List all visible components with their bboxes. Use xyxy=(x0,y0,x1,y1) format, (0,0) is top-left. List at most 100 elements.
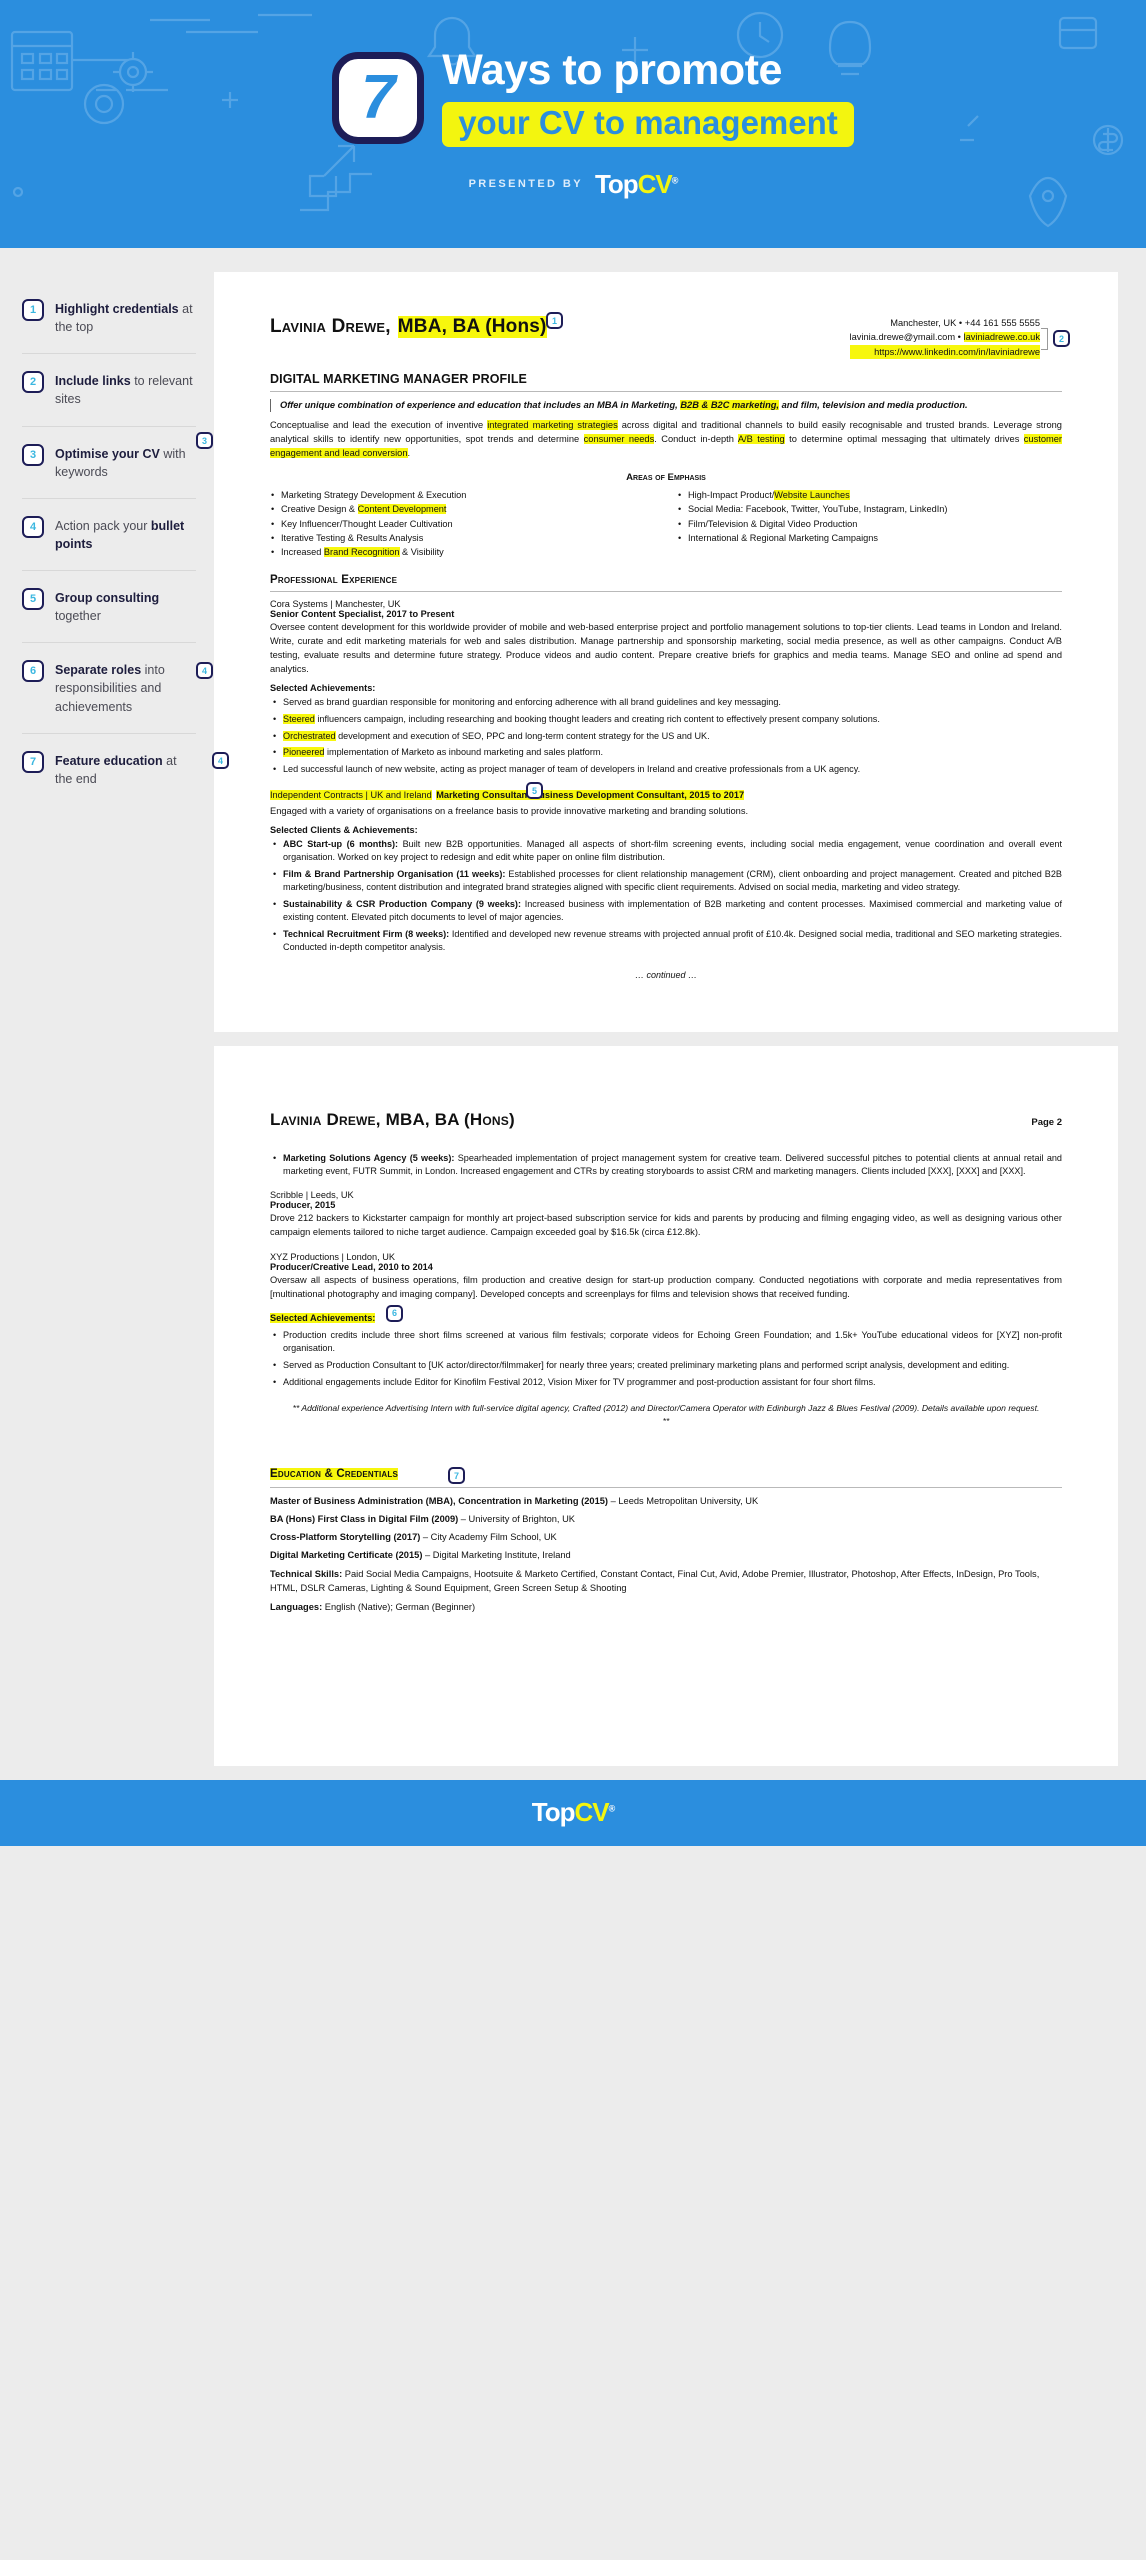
tip-number-6: 6 xyxy=(22,660,44,683)
sidebar-item-1[interactable]: 1 Highlight credentials at the top xyxy=(22,282,196,353)
hero-title-row: 7 Ways to promote your CV to management xyxy=(332,46,854,147)
tip-text-4: Action pack your bullet points xyxy=(55,518,185,551)
languages: Languages: English (Native); German (Beg… xyxy=(270,1602,476,1613)
job-title: Senior Content Specialist, 2017 to Prese… xyxy=(270,609,455,620)
hero-banner: 7 Ways to promote your CV to management … xyxy=(0,0,1146,248)
tip-number-1: 1 xyxy=(22,299,44,321)
job-company: Cora Systems | Manchester, UK xyxy=(270,599,401,610)
technical-skills: Technical Skills: Paid Social Media Camp… xyxy=(270,1569,1040,1594)
job2-title: Marketing Consultant/Business Developmen… xyxy=(436,790,745,801)
callout-marker-1: 1 xyxy=(546,312,563,329)
emphasis-item: Marketing Strategy Development & Executi… xyxy=(270,488,655,503)
topcv-logo: TopCV® xyxy=(594,168,678,199)
divider xyxy=(270,591,1062,593)
education-item: BA (Hons) First Class in Digital Film (2… xyxy=(270,1514,575,1525)
sidebar-item-7[interactable]: 7 Feature education at the end xyxy=(22,732,196,805)
presented-by-row: PRESENTED BY TopCV® xyxy=(468,168,679,200)
hero-title-highlight: your CV to management xyxy=(442,102,854,147)
emphasis-item: International & Regional Marketing Campa… xyxy=(677,531,1062,546)
job4-description: Oversaw all aspects of business operatio… xyxy=(270,1275,1062,1300)
content-area: 1 Highlight credentials at the top 2 Inc… xyxy=(0,248,1146,1780)
emphasis-item: High-Impact Product/Website Launches xyxy=(677,488,1062,503)
areas-of-emphasis-lists: Marketing Strategy Development & Executi… xyxy=(270,488,1062,560)
hero-number-badge: 7 xyxy=(332,51,425,144)
achievement-item: Steered influencers campaign, including … xyxy=(270,713,1062,726)
areas-of-emphasis-heading: Areas of Emphasis xyxy=(626,472,706,484)
job3-title: Producer, 2015 xyxy=(270,1200,336,1211)
emphasis-item: Iterative Testing & Results Analysis xyxy=(270,531,655,546)
tip-number-5: 5 xyxy=(22,588,44,610)
cv-summary-box: Offer unique combination of experience a… xyxy=(270,399,1062,413)
continued-label: … continued … xyxy=(634,969,698,980)
tip-number-2: 2 xyxy=(22,371,44,394)
emphasis-item: Social Media: Facebook, Twitter, YouTube… xyxy=(677,502,1062,517)
sidebar-item-5[interactable]: 5 Group consulting together xyxy=(22,570,196,642)
job4-title: Producer/Creative Lead, 2010 to 2014 xyxy=(270,1262,433,1273)
emphasis-right-column: High-Impact Product/Website Launches Soc… xyxy=(677,488,1062,559)
infographic-page: 7 Ways to promote your CV to management … xyxy=(0,0,1146,1846)
callout-marker-3: 3 xyxy=(196,432,213,449)
callout-marker-6: 6 xyxy=(386,1304,403,1322)
emphasis-item: Creative Design & Content Development xyxy=(270,502,655,517)
cv-website[interactable]: laviniadrewe.co.uk xyxy=(963,332,1040,343)
achievement-item: Production credits include three short f… xyxy=(270,1329,1062,1355)
page2-top-bullet: Marketing Solutions Agency (5 weeks): Sp… xyxy=(270,1152,1062,1178)
additional-experience-note: ** Additional experience Advertising Int… xyxy=(292,1402,1040,1426)
callout-marker-5: 5 xyxy=(526,782,543,800)
job3-description: Drove 212 backers to Kickstarter campaig… xyxy=(270,1213,1062,1238)
cv-contact-email-row: lavinia.drewe@ymail.com • laviniadrewe.c… xyxy=(849,332,1040,343)
job2-achievements: ABC Start-up (6 months): Built new B2B o… xyxy=(270,838,1062,954)
page-number: Page 2 xyxy=(1031,1116,1062,1128)
education-item: Cross-Platform Storytelling (2017) – Cit… xyxy=(270,1532,557,1543)
sidebar-item-3[interactable]: 3 Optimise your CV with keywords xyxy=(22,425,196,498)
cv-summary: Offer unique combination of experience a… xyxy=(280,400,968,411)
cv-intro-paragraph: Conceptualise and lead the execution of … xyxy=(270,420,1063,459)
achievement-item: Film & Brand Partnership Organisation (1… xyxy=(270,868,1062,894)
experience-heading: Professional Experience xyxy=(270,574,398,587)
selected-achievements-label: Selected Achievements: xyxy=(270,683,376,694)
cv-documents: 3 4 Lavinia Drewe, MBA, BA (Hons) 1 Manc… xyxy=(196,272,1146,1780)
emphasis-item: Film/Television & Digital Video Producti… xyxy=(677,517,1062,532)
callout-marker-2: 2 xyxy=(1053,330,1070,347)
hero-number: 7 xyxy=(360,62,396,132)
page2-selected-achievements-label: Selected Achievements: xyxy=(270,1312,376,1323)
sidebar-item-4[interactable]: 4 Action pack your bullet points xyxy=(22,497,196,570)
achievement-item: Led successful launch of new website, ac… xyxy=(270,763,1062,776)
achievement-item: Served as brand guardian responsible for… xyxy=(270,696,1062,709)
footer-topcv-logo: TopCV® xyxy=(531,1797,615,1828)
contact-brace xyxy=(1041,328,1048,350)
presented-by-label: PRESENTED BY xyxy=(468,178,583,191)
sidebar-item-2[interactable]: 2 Include links to relevant sites xyxy=(22,353,196,425)
divider xyxy=(270,391,1062,393)
cv-header: Lavinia Drewe, MBA, BA (Hons) 1 Manchest… xyxy=(270,312,1070,360)
job1-achievements: 4 Served as brand guardian responsible f… xyxy=(212,696,1062,776)
job2-company: Independent Contracts | UK and Ireland xyxy=(270,790,432,801)
emphasis-item: Increased Brand Recognition & Visibility xyxy=(270,545,655,560)
callout-marker-7: 7 xyxy=(448,1467,465,1485)
cv-linkedin[interactable]: https://www.linkedin.com/in/laviniadrewe xyxy=(849,344,1040,360)
selected-clients-label: Selected Clients & Achievements: xyxy=(270,825,418,836)
job4-achievements: Production credits include three short f… xyxy=(270,1329,1062,1389)
sidebar-item-6[interactable]: 6 Separate roles into responsibilities a… xyxy=(22,642,196,732)
job3-company: Scribble | Leeds, UK xyxy=(270,1190,354,1201)
emphasis-left-column: Marketing Strategy Development & Executi… xyxy=(270,488,655,560)
tip-number-4: 4 xyxy=(22,515,44,538)
education-heading: Education & Credentials xyxy=(270,1468,399,1481)
tip-text-7: Feature education at the end xyxy=(55,753,177,786)
callout-marker-4b: 4 xyxy=(212,752,229,770)
tip-text-1: Highlight credentials at the top xyxy=(55,302,193,335)
emphasis-item: Key Influencer/Thought Leader Cultivatio… xyxy=(270,517,655,532)
achievement-item: Marketing Solutions Agency (5 weeks): Sp… xyxy=(270,1152,1062,1178)
education-item: Master of Business Administration (MBA),… xyxy=(270,1496,759,1507)
tip-text-5: Group consulting together xyxy=(55,591,160,624)
job-description: Oversee content development for this wor… xyxy=(270,622,1062,675)
job4-company: XYZ Productions | London, UK xyxy=(270,1252,395,1263)
education-item: Digital Marketing Certificate (2015) – D… xyxy=(270,1550,571,1561)
hero-title: Ways to promote xyxy=(442,46,782,95)
tips-sidebar: 1 Highlight credentials at the top 2 Inc… xyxy=(0,272,210,1780)
footer-bar: TopCV® xyxy=(0,1779,1146,1846)
cv-page2-header: Lavinia Drewe, MBA, BA (Hons) Page 2 xyxy=(270,1110,1062,1130)
callout-marker-4: 4 xyxy=(196,662,213,679)
job2-description: Engaged with a variety of organisations … xyxy=(270,806,749,817)
tip-text-3: Optimise your CV with keywords xyxy=(55,446,186,479)
